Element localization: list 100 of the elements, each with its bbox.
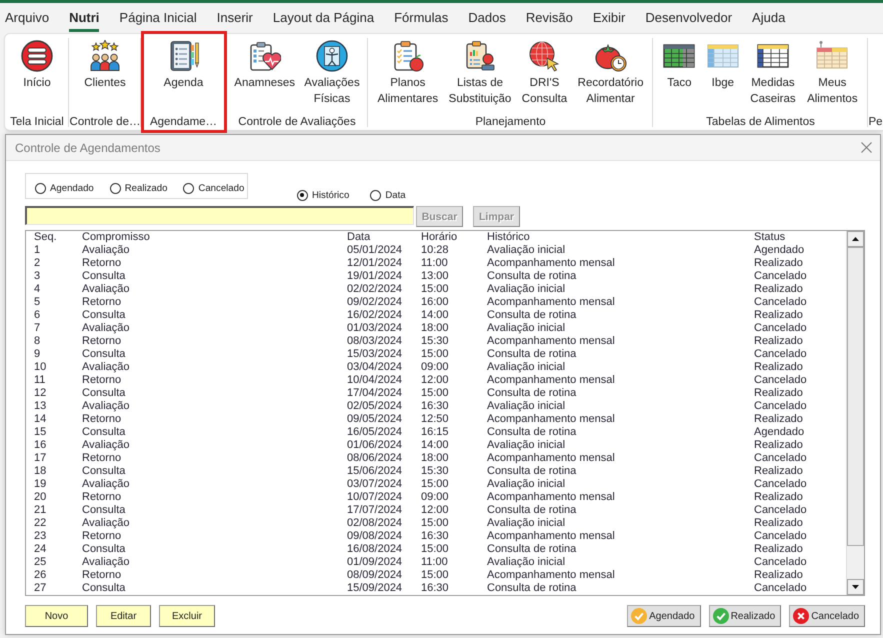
table-cell: Cancelado (754, 296, 807, 309)
menu-tab[interactable]: Inserir (216, 3, 253, 32)
table-cell: 10 (34, 361, 46, 374)
table-cell: 7 (34, 322, 40, 335)
table-cell: Consulta (82, 426, 126, 439)
table-cell: Cancelado (754, 478, 807, 491)
table-cell: 01/09/2024 (347, 556, 402, 569)
table-cell: 12/01/2024 (347, 257, 402, 270)
table-cell: Consulta de rotina (487, 582, 576, 595)
table-cell: 9 (34, 348, 40, 361)
radio-option[interactable]: Cancelado (183, 183, 244, 194)
status-button[interactable]: Cancelado (789, 605, 865, 627)
record-button[interactable]: Editar (96, 605, 151, 627)
ribbon-button[interactable]: Meus Alimentos (806, 40, 859, 107)
table-cell: Retorno (82, 530, 122, 543)
table-cell: 02/05/2024 (347, 400, 402, 413)
status-button[interactable]: Realizado (708, 605, 782, 627)
table-cell: Realizado (754, 465, 803, 478)
table-cell: 13 (34, 400, 46, 413)
menu-tab[interactable]: Exibir (592, 3, 626, 32)
ribbon-button[interactable]: Medidas Caseiras (749, 40, 797, 107)
menu-tab[interactable]: Ajuda (752, 3, 786, 32)
ribbon-button[interactable]: Avaliações Físicas (303, 40, 361, 107)
table-cell: Realizado (754, 439, 803, 452)
clipboard-chart-icon (464, 40, 496, 72)
list-box[interactable] (25, 230, 865, 596)
table-cell: Consulta (82, 309, 126, 322)
ribbon-button[interactable]: Início (20, 40, 54, 91)
radio-option[interactable]: Realizado (110, 183, 168, 194)
table-cell: Cancelado (754, 582, 807, 595)
table-cell: Avaliação (82, 400, 130, 413)
table-cell: Avaliação inicial (487, 244, 566, 257)
ribbon-button[interactable]: Taco (662, 40, 696, 91)
table-cell: Avaliação inicial (487, 439, 566, 452)
table-cell: Acompanhamento mensal (487, 374, 615, 387)
table-cell: Realizado (754, 413, 803, 426)
table-cell: Avaliação inicial (487, 517, 566, 530)
menu-tab[interactable]: Desenvolvedor (645, 3, 732, 32)
ribbon-button[interactable]: Listas de Substituição (448, 40, 512, 107)
table-cell: Acompanhamento mensal (487, 296, 615, 309)
table-cell: Cancelado (754, 322, 807, 335)
table-cell: 26 (34, 569, 46, 582)
close-icon[interactable] (861, 142, 872, 153)
menu-tab[interactable]: Revisão (526, 3, 573, 32)
people-stars-icon (89, 40, 121, 72)
body-figure-icon (316, 40, 348, 72)
table-cell: 15:00 (421, 348, 449, 361)
table-cell: Realizado (754, 387, 803, 400)
scroll-down-button[interactable] (847, 579, 864, 595)
table-cell: 24 (34, 543, 46, 556)
table-cell: 12:50 (421, 413, 449, 426)
ribbon-button[interactable]: Recordatório Alimentar (576, 40, 644, 107)
table-cell: 15:00 (421, 517, 449, 530)
table-cell: 03/07/2024 (347, 478, 402, 491)
table-cell: 12 (34, 387, 46, 400)
table-cell: 16:30 (421, 582, 449, 595)
clipboard-heart-icon (248, 40, 281, 72)
status-button[interactable]: Agendado (627, 605, 701, 627)
table-cell: 17/07/2024 (347, 504, 402, 517)
table-cell: Consulta (82, 543, 126, 556)
table-cell: 16/02/2024 (347, 309, 402, 322)
scroll-up-button[interactable] (847, 231, 864, 247)
radio-option[interactable]: Agendado (35, 183, 94, 194)
record-button[interactable]: Novo (25, 605, 88, 627)
table-cell: Consulta de rotina (487, 426, 576, 439)
search-field[interactable] (25, 206, 414, 225)
group-label: Tela Inicial (10, 115, 64, 130)
menu-tab[interactable]: Arquivo (5, 3, 50, 32)
ribbon-button[interactable]: Planos Alimentares (376, 40, 440, 107)
table-cell: 10:28 (421, 244, 449, 257)
radio-option[interactable]: Data (370, 190, 406, 201)
table-cell: 4 (34, 283, 40, 296)
table-cell: Avaliação inicial (487, 361, 566, 374)
table-cell: Consulta (82, 348, 126, 361)
table-cell: 16:15 (421, 426, 449, 439)
menu-tab[interactable]: Layout da Página (272, 3, 374, 32)
radio-option[interactable]: Histórico (297, 190, 350, 201)
scroll-thumb[interactable] (847, 247, 864, 546)
table-cell: Realizado (754, 569, 803, 582)
record-button[interactable]: Excluir (159, 605, 216, 627)
notebook-icon (168, 40, 200, 72)
table-cell: 16/05/2024 (347, 426, 402, 439)
table-cell: Acompanhamento mensal (487, 569, 615, 582)
table-cell: 22 (34, 517, 46, 530)
ribbon-button[interactable]: Ibge (706, 40, 740, 91)
menu-tab[interactable]: Página Inicial (119, 3, 197, 32)
column-header: Compromisso (82, 231, 150, 244)
table-cell: 02/02/2024 (347, 283, 402, 296)
ribbon-button[interactable]: Clientes (83, 40, 127, 91)
table-cell: 6 (34, 309, 40, 322)
menu-tab[interactable]: Fórmulas (394, 3, 448, 32)
table-cell: 09:00 (421, 491, 449, 504)
globe-cursor-icon (528, 40, 560, 72)
menu-icon (21, 40, 53, 72)
menu-tab[interactable]: Dados (468, 3, 506, 32)
down-arrow-icon (852, 585, 859, 589)
ribbon-button[interactable]: Agenda (162, 40, 204, 91)
column-header: Horário (421, 231, 458, 244)
ribbon-button[interactable]: Anamneses (233, 40, 296, 91)
ribbon-button[interactable]: DRI'S Consulta (520, 40, 568, 107)
